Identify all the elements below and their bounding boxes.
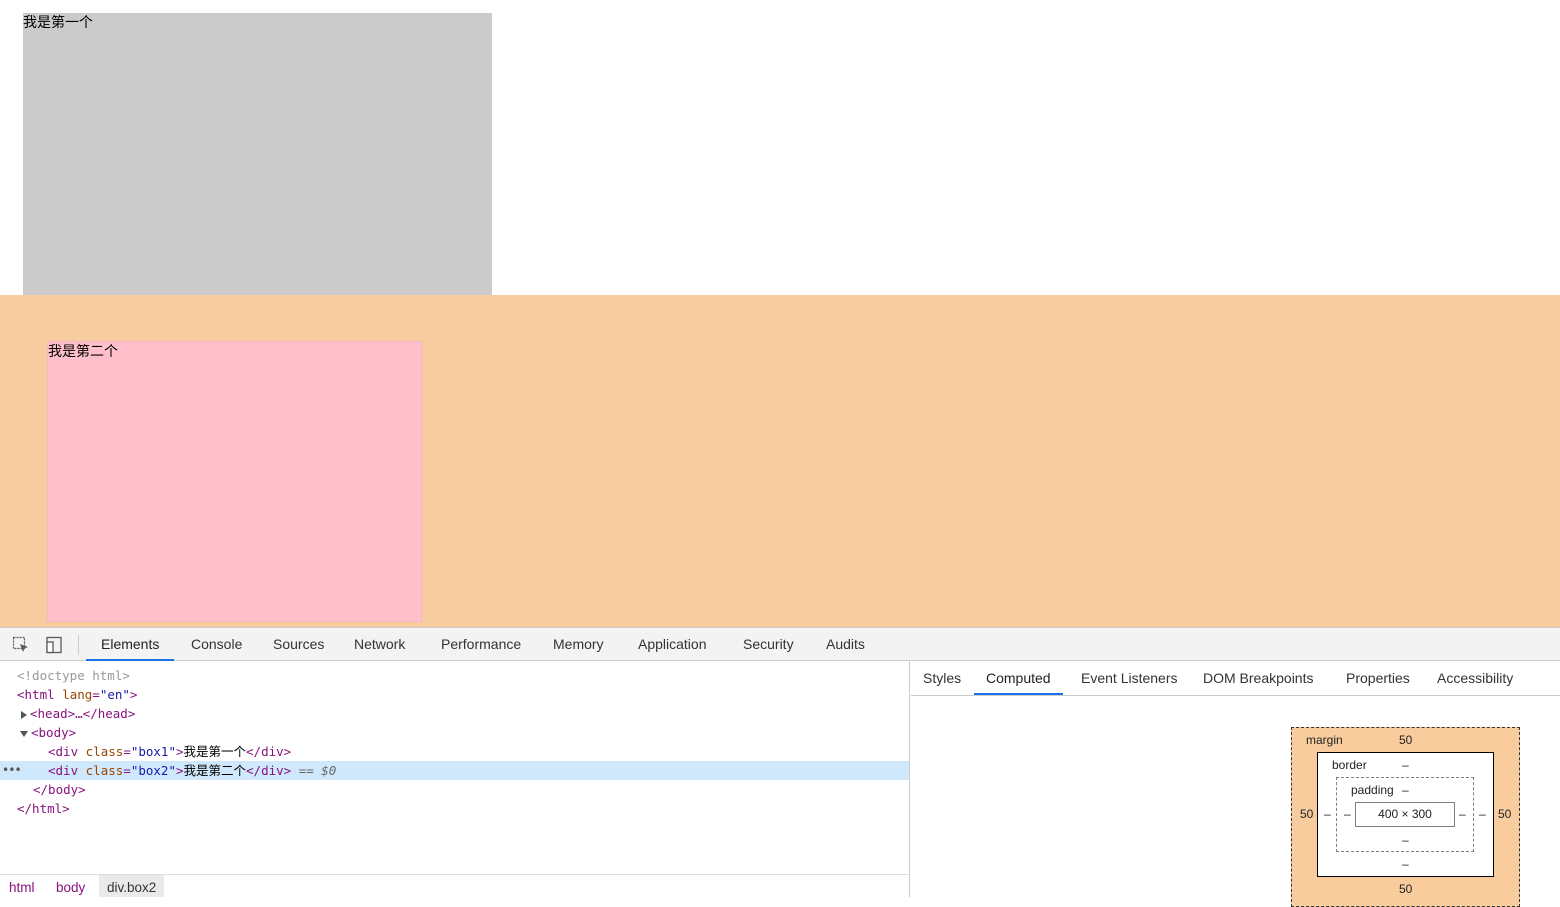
border-top-value: – [1402,758,1409,772]
toolbar-divider [78,635,79,655]
html-attr-value: "en" [99,687,130,702]
border-right-value: – [1479,807,1486,821]
collapse-triangle-icon[interactable] [20,730,28,737]
dom-line-div-box1[interactable]: <div class="box1">我是第一个</div> [0,742,909,761]
div1-text: 我是第一个 [183,744,247,759]
box1: 我是第一个 [23,13,492,295]
html-tag-name: html [24,687,55,702]
breadcrumb-div-box2[interactable]: div.box2 [99,875,165,897]
dom-line-body[interactable]: <body> [0,723,909,742]
doctype-text: <!doctype html> [17,668,130,683]
tab-elements[interactable]: Elements [86,628,175,661]
breadcrumb-body[interactable]: body [48,875,93,897]
tab-memory[interactable]: Memory [538,628,619,661]
body-open-text: <body> [31,725,77,740]
page-viewport: 我是第一个 我是第二个 [0,0,1560,627]
side-tabs: Styles Computed Event Listeners DOM Brea… [911,661,1560,696]
div2-text: 我是第二个 [183,763,247,778]
html-close-text: </html> [17,801,70,816]
tab-styles[interactable]: Styles [911,661,973,695]
div1-class-value: "box1" [130,744,176,759]
head-collapsed-text: <head>…</head> [30,706,136,721]
more-options-icon[interactable]: ••• [2,761,22,780]
tab-computed[interactable]: Computed [974,661,1063,695]
tab-audits[interactable]: Audits [811,628,880,661]
elements-tree-pane: <!doctype html> <html lang="en"> <head>…… [0,661,910,897]
border-left-value: – [1324,807,1331,821]
tab-dom-breakpoints[interactable]: DOM Breakpoints [1191,661,1325,695]
device-toolbar-icon[interactable] [45,636,63,654]
dom-line-div-box2-selected[interactable]: ••• <div class="box2">我是第二个</div> == $0 [0,761,909,780]
padding-right-value: – [1459,807,1466,821]
padding-left-value: – [1344,807,1351,821]
margin-left-value: 50 [1300,807,1314,821]
box-model-content[interactable]: 400 × 300 [1355,802,1455,827]
margin-label: margin [1306,733,1343,747]
body-close-text: </body> [33,782,86,797]
margin-right-value: 50 [1498,807,1512,821]
tab-application[interactable]: Application [623,628,722,661]
tab-event-listeners[interactable]: Event Listeners [1069,661,1190,695]
inspect-element-icon[interactable] [12,636,30,654]
html-attr-name: lang [62,687,93,702]
padding-bottom-value: – [1402,833,1409,847]
margin-bottom-value: 50 [1399,882,1413,896]
selected-marker: == $0 [298,763,337,778]
margin-top-value: 50 [1399,733,1413,747]
expand-triangle-icon[interactable] [21,710,27,719]
breadcrumb-html[interactable]: html [1,875,43,897]
tab-accessibility[interactable]: Accessibility [1425,661,1525,695]
tab-properties[interactable]: Properties [1334,661,1422,695]
border-label: border [1332,758,1367,772]
tab-console[interactable]: Console [176,628,257,661]
padding-top-value: – [1402,783,1409,797]
box2: 我是第二个 [47,341,422,622]
dom-line-head[interactable]: <head>…</head> [0,704,909,723]
tab-security[interactable]: Security [728,628,809,661]
padding-label: padding [1351,783,1394,797]
div2-class-value: "box2" [130,763,176,778]
dom-line-html[interactable]: <html lang="en"> [0,685,909,704]
dom-line-body-close[interactable]: </body> [0,780,909,799]
devtools-toolbar: Elements Console Sources Network Perform… [0,627,1560,661]
tab-sources[interactable]: Sources [258,628,339,661]
tab-network[interactable]: Network [339,628,420,661]
side-pane: Styles Computed Event Listeners DOM Brea… [911,661,1560,907]
breadcrumb: html body div.box2 [0,874,909,897]
tab-performance[interactable]: Performance [426,628,536,661]
devtools-panel: Elements Console Sources Network Perform… [0,627,1560,907]
border-bottom-value: – [1402,857,1409,871]
dom-line-html-close[interactable]: </html> [0,799,909,818]
dom-line-doctype[interactable]: <!doctype html> [0,666,909,685]
